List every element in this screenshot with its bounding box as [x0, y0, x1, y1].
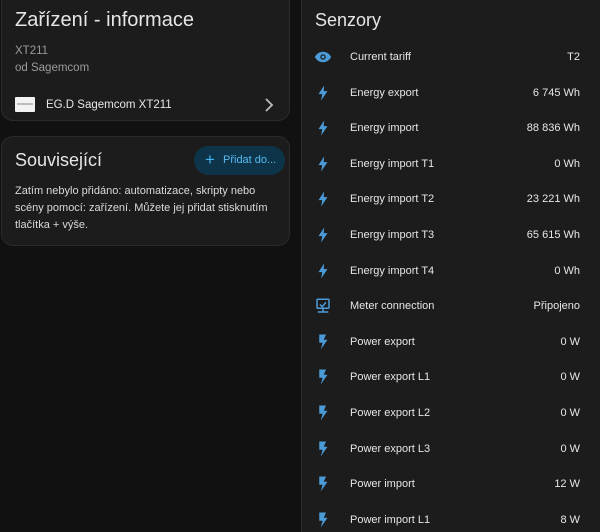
- sensor-value: 65 615 Wh: [526, 229, 580, 241]
- sensor-value: 0 Wh: [554, 157, 580, 170]
- add-to-button[interactable]: + Přidat do...: [194, 146, 285, 175]
- sensors-title: Senzory: [315, 10, 382, 30]
- sensor-name: Energy import T4: [350, 264, 435, 277]
- sensor-row[interactable]: Meter connection Připojeno: [302, 289, 592, 324]
- sensor-row[interactable]: Power export L2 0 W: [302, 396, 592, 431]
- sensor-value: 0 Wh: [554, 264, 580, 277]
- flash-icon: [314, 226, 332, 244]
- sensor-name: Current tariff: [350, 51, 411, 63]
- related-empty-text: Zatím nebylo přidáno: automatizace, skri…: [15, 185, 268, 231]
- sensor-row[interactable]: Current tariff T2: [302, 40, 592, 75]
- sensor-name: Energy import T1: [350, 157, 435, 170]
- sensor-value: 23 221 Wh: [526, 193, 580, 206]
- sensor-name: Meter connection: [350, 300, 435, 313]
- sensor-value: 12 W: [554, 478, 580, 491]
- related-card: Související + Přidat do... Zatím nebylo …: [1, 136, 290, 246]
- sensor-name: Energy import T2: [350, 193, 435, 206]
- flash-icon: [314, 155, 332, 173]
- sensor-row[interactable]: Energy import 88 836 Wh: [302, 111, 592, 146]
- integration-logo: [15, 97, 35, 112]
- sensor-name: Energy import: [350, 122, 419, 135]
- sensor-value: 6 745 Wh: [532, 86, 580, 99]
- sensor-value: T2: [567, 51, 580, 63]
- sensor-row[interactable]: Power export 0 W: [302, 325, 592, 360]
- device-manufacturer: od Sagemcom: [15, 62, 90, 74]
- sensor-row[interactable]: Energy import T4 0 Wh: [302, 254, 592, 289]
- sensor-name: Power import L1: [350, 513, 431, 526]
- sensor-name: Power import: [350, 478, 415, 491]
- sensor-row[interactable]: Energy import T1 0 Wh: [302, 147, 592, 182]
- sensor-name: Energy import T3: [350, 229, 435, 241]
- flash-icon: [314, 84, 332, 102]
- device-model: XT211: [15, 45, 49, 57]
- device-info-title: Zařízení - informace: [15, 9, 194, 31]
- sensor-value: Připojeno: [533, 300, 580, 313]
- bolt-icon: [314, 475, 332, 493]
- flash-icon: [314, 190, 332, 208]
- sensor-value: 0 W: [560, 371, 580, 384]
- related-title: Související: [15, 150, 103, 170]
- sensor-value: 88 836 Wh: [526, 122, 580, 135]
- add-to-button-label: Přidat do...: [223, 154, 277, 166]
- sensor-row[interactable]: Power import 12 W: [302, 467, 592, 502]
- sensor-name: Power export L1: [350, 371, 431, 384]
- sensor-row[interactable]: Energy export 6 745 Wh: [302, 76, 592, 111]
- flash-icon: [314, 262, 332, 280]
- sensor-value: 0 W: [560, 442, 580, 455]
- sensor-row[interactable]: Energy import T2 23 221 Wh: [302, 182, 592, 217]
- sensor-name: Energy export: [350, 86, 419, 99]
- integration-link-label: EG.D Sagemcom XT211: [46, 99, 172, 111]
- bolt-icon: [314, 511, 332, 529]
- sensor-value: 8 W: [560, 513, 580, 526]
- flash-icon: [314, 119, 332, 137]
- sensor-row[interactable]: Energy import T3 65 615 Wh: [302, 218, 592, 253]
- bolt-icon: [314, 440, 332, 458]
- eye-icon: [314, 48, 332, 66]
- device-info-card: Zařízení - informace XT211 od Sagemcom E…: [1, 0, 290, 121]
- sensors-card: Senzory Current tariff T2 Energy export 6 7…: [301, 0, 600, 532]
- integration-link[interactable]: EG.D Sagemcom XT211: [2, 91, 289, 121]
- sensor-name: Power export: [350, 335, 415, 348]
- chevron-right-icon: [263, 97, 275, 113]
- sensor-name: Power export L2: [350, 407, 431, 419]
- sensor-row[interactable]: Power export L1 0 W: [302, 360, 592, 395]
- sensor-row[interactable]: Power export L3 0 W: [302, 432, 592, 467]
- bolt-icon: [314, 333, 332, 351]
- lan-connect-icon: [314, 297, 332, 315]
- sensor-name: Power export L3: [350, 442, 431, 455]
- sensor-value: 0 W: [560, 335, 580, 348]
- bolt-icon: [314, 368, 332, 386]
- bolt-icon: [314, 404, 332, 422]
- sensor-row[interactable]: Power import L1 8 W: [302, 503, 592, 532]
- sensor-value: 0 W: [560, 407, 580, 419]
- plus-icon: +: [205, 150, 215, 169]
